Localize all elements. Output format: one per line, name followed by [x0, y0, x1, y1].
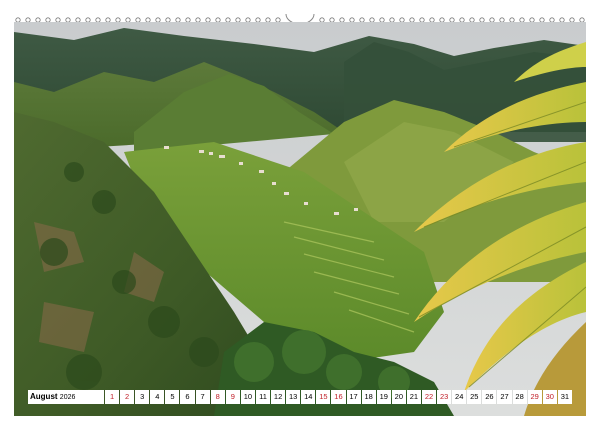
- day-cell: 2: [120, 390, 135, 404]
- day-cell: 14: [301, 390, 316, 404]
- day-cell: 15: [316, 390, 331, 404]
- day-cell: 25: [467, 390, 482, 404]
- day-cell: 4: [150, 390, 165, 404]
- day-cell: 10: [240, 390, 255, 404]
- month-label: August 2026: [28, 390, 104, 404]
- day-cell: 16: [331, 390, 346, 404]
- year-label: 2026: [59, 394, 76, 401]
- day-cell: 13: [286, 390, 301, 404]
- day-cell: 19: [376, 390, 391, 404]
- day-cell: 27: [497, 390, 512, 404]
- landscape-image: [14, 22, 586, 416]
- calendar-photo: [14, 22, 586, 416]
- day-cell: 23: [437, 390, 452, 404]
- day-cells: 1 2 3 4 5 6 7 8 9 10 11 12 13 14 15 16 17 18 19 20 21 22 23 24 2…: [105, 390, 572, 404]
- month-name: August: [30, 392, 58, 401]
- calendar-strip: August 2026 1 2 3 4 5 6 7 8 9 10 11 12 13 14 15 16 17 18 1…: [28, 390, 572, 404]
- day-cell: 3: [135, 390, 150, 404]
- day-cell: 22: [421, 390, 437, 404]
- day-cell: 7: [195, 390, 210, 404]
- day-cell: 26: [482, 390, 497, 404]
- day-cell: 30: [542, 390, 557, 404]
- day-cell: 29: [527, 390, 542, 404]
- day-cell: 28: [512, 390, 527, 404]
- day-cell: 17: [346, 390, 361, 404]
- day-cell: 11: [255, 390, 271, 404]
- day-cell: 12: [271, 390, 286, 404]
- day-cell: 31: [557, 390, 572, 404]
- day-cell: 9: [225, 390, 240, 404]
- day-cell: 18: [361, 390, 376, 404]
- day-cell: 21: [406, 390, 421, 404]
- day-cell: 5: [165, 390, 180, 404]
- day-cell: 8: [210, 390, 225, 404]
- day-cell: 20: [391, 390, 406, 404]
- day-cell: 6: [180, 390, 195, 404]
- day-cell: 24: [452, 390, 467, 404]
- day-cell: 1: [105, 390, 120, 404]
